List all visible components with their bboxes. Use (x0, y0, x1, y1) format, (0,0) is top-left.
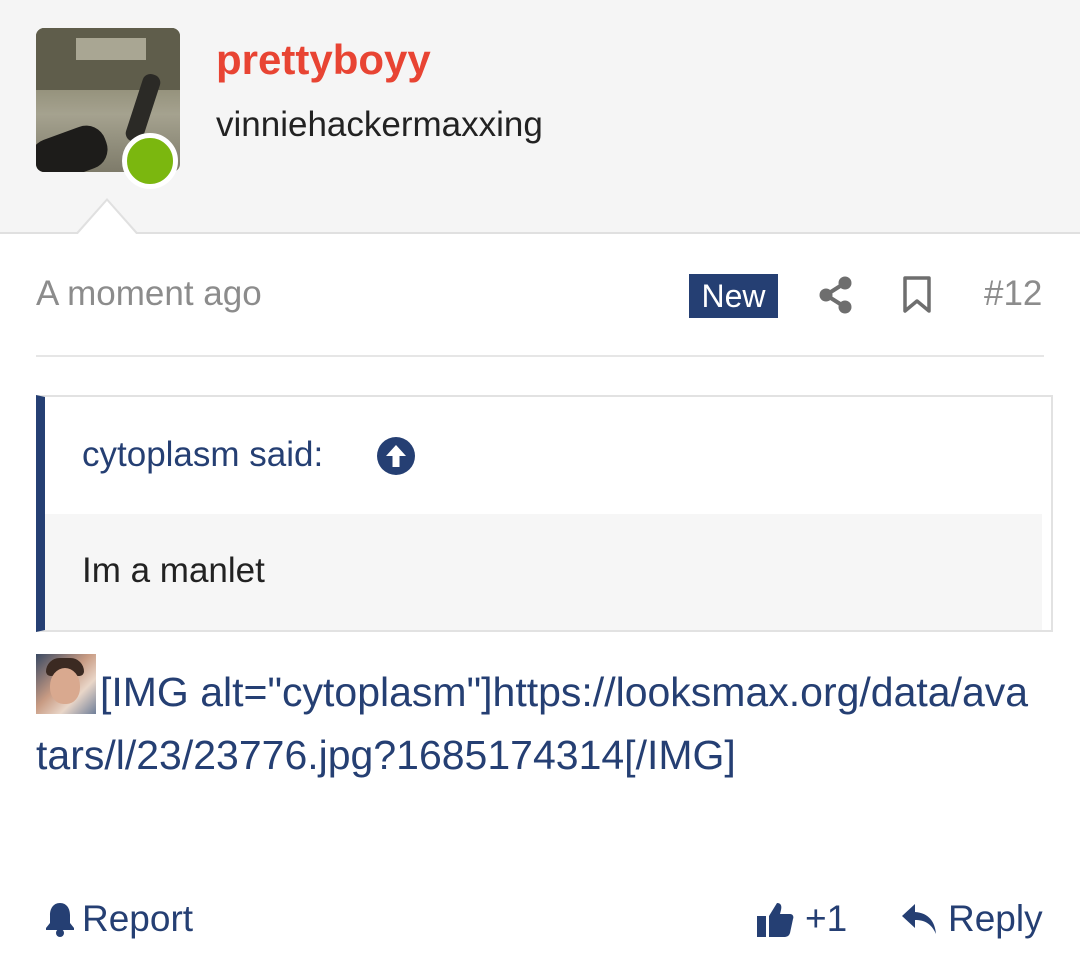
reply-label: Reply (948, 898, 1043, 939)
like-count: +1 (805, 898, 848, 939)
avatar-face (50, 668, 80, 704)
post-timestamp[interactable]: A moment ago (36, 274, 262, 314)
post-number[interactable]: #12 (984, 274, 1042, 314)
share-icon[interactable] (818, 276, 854, 314)
reply-arrow-icon (902, 904, 936, 934)
arrow-up-circle-icon[interactable] (376, 436, 416, 476)
inline-avatar-image (36, 654, 96, 714)
header-caret (75, 198, 139, 235)
quote-header[interactable]: cytoplasm said: (45, 397, 1042, 514)
thumbs-up-icon (757, 903, 794, 937)
bell-icon (46, 903, 74, 937)
new-badge: New (689, 274, 778, 318)
quote-block: cytoplasm said: Im a manlet (36, 395, 1053, 632)
reply-button[interactable]: Reply (900, 896, 1043, 942)
post-user-header: prettyboyy vinniehackermaxxing (0, 0, 1080, 235)
quote-text: Im a manlet (82, 551, 265, 590)
online-status-dot (122, 133, 178, 189)
bookmark-icon[interactable] (901, 276, 933, 314)
post-content[interactable]: [IMG alt="cytoplasm"]https://looksmax.or… (36, 654, 1036, 787)
like-button[interactable]: +1 (755, 896, 847, 942)
avatar-light (76, 38, 146, 60)
img-link-text[interactable]: [IMG alt="cytoplasm"]https://looksmax.or… (36, 669, 1028, 778)
quote-author[interactable]: cytoplasm said: (82, 435, 323, 475)
meta-divider (36, 355, 1044, 357)
avatar-hand (36, 119, 114, 172)
user-title: vinniehackermaxxing (216, 105, 543, 144)
report-button[interactable]: Report (44, 896, 193, 942)
report-label: Report (82, 898, 194, 939)
username[interactable]: prettyboyy (216, 36, 431, 84)
quote-body: Im a manlet (45, 514, 1042, 630)
